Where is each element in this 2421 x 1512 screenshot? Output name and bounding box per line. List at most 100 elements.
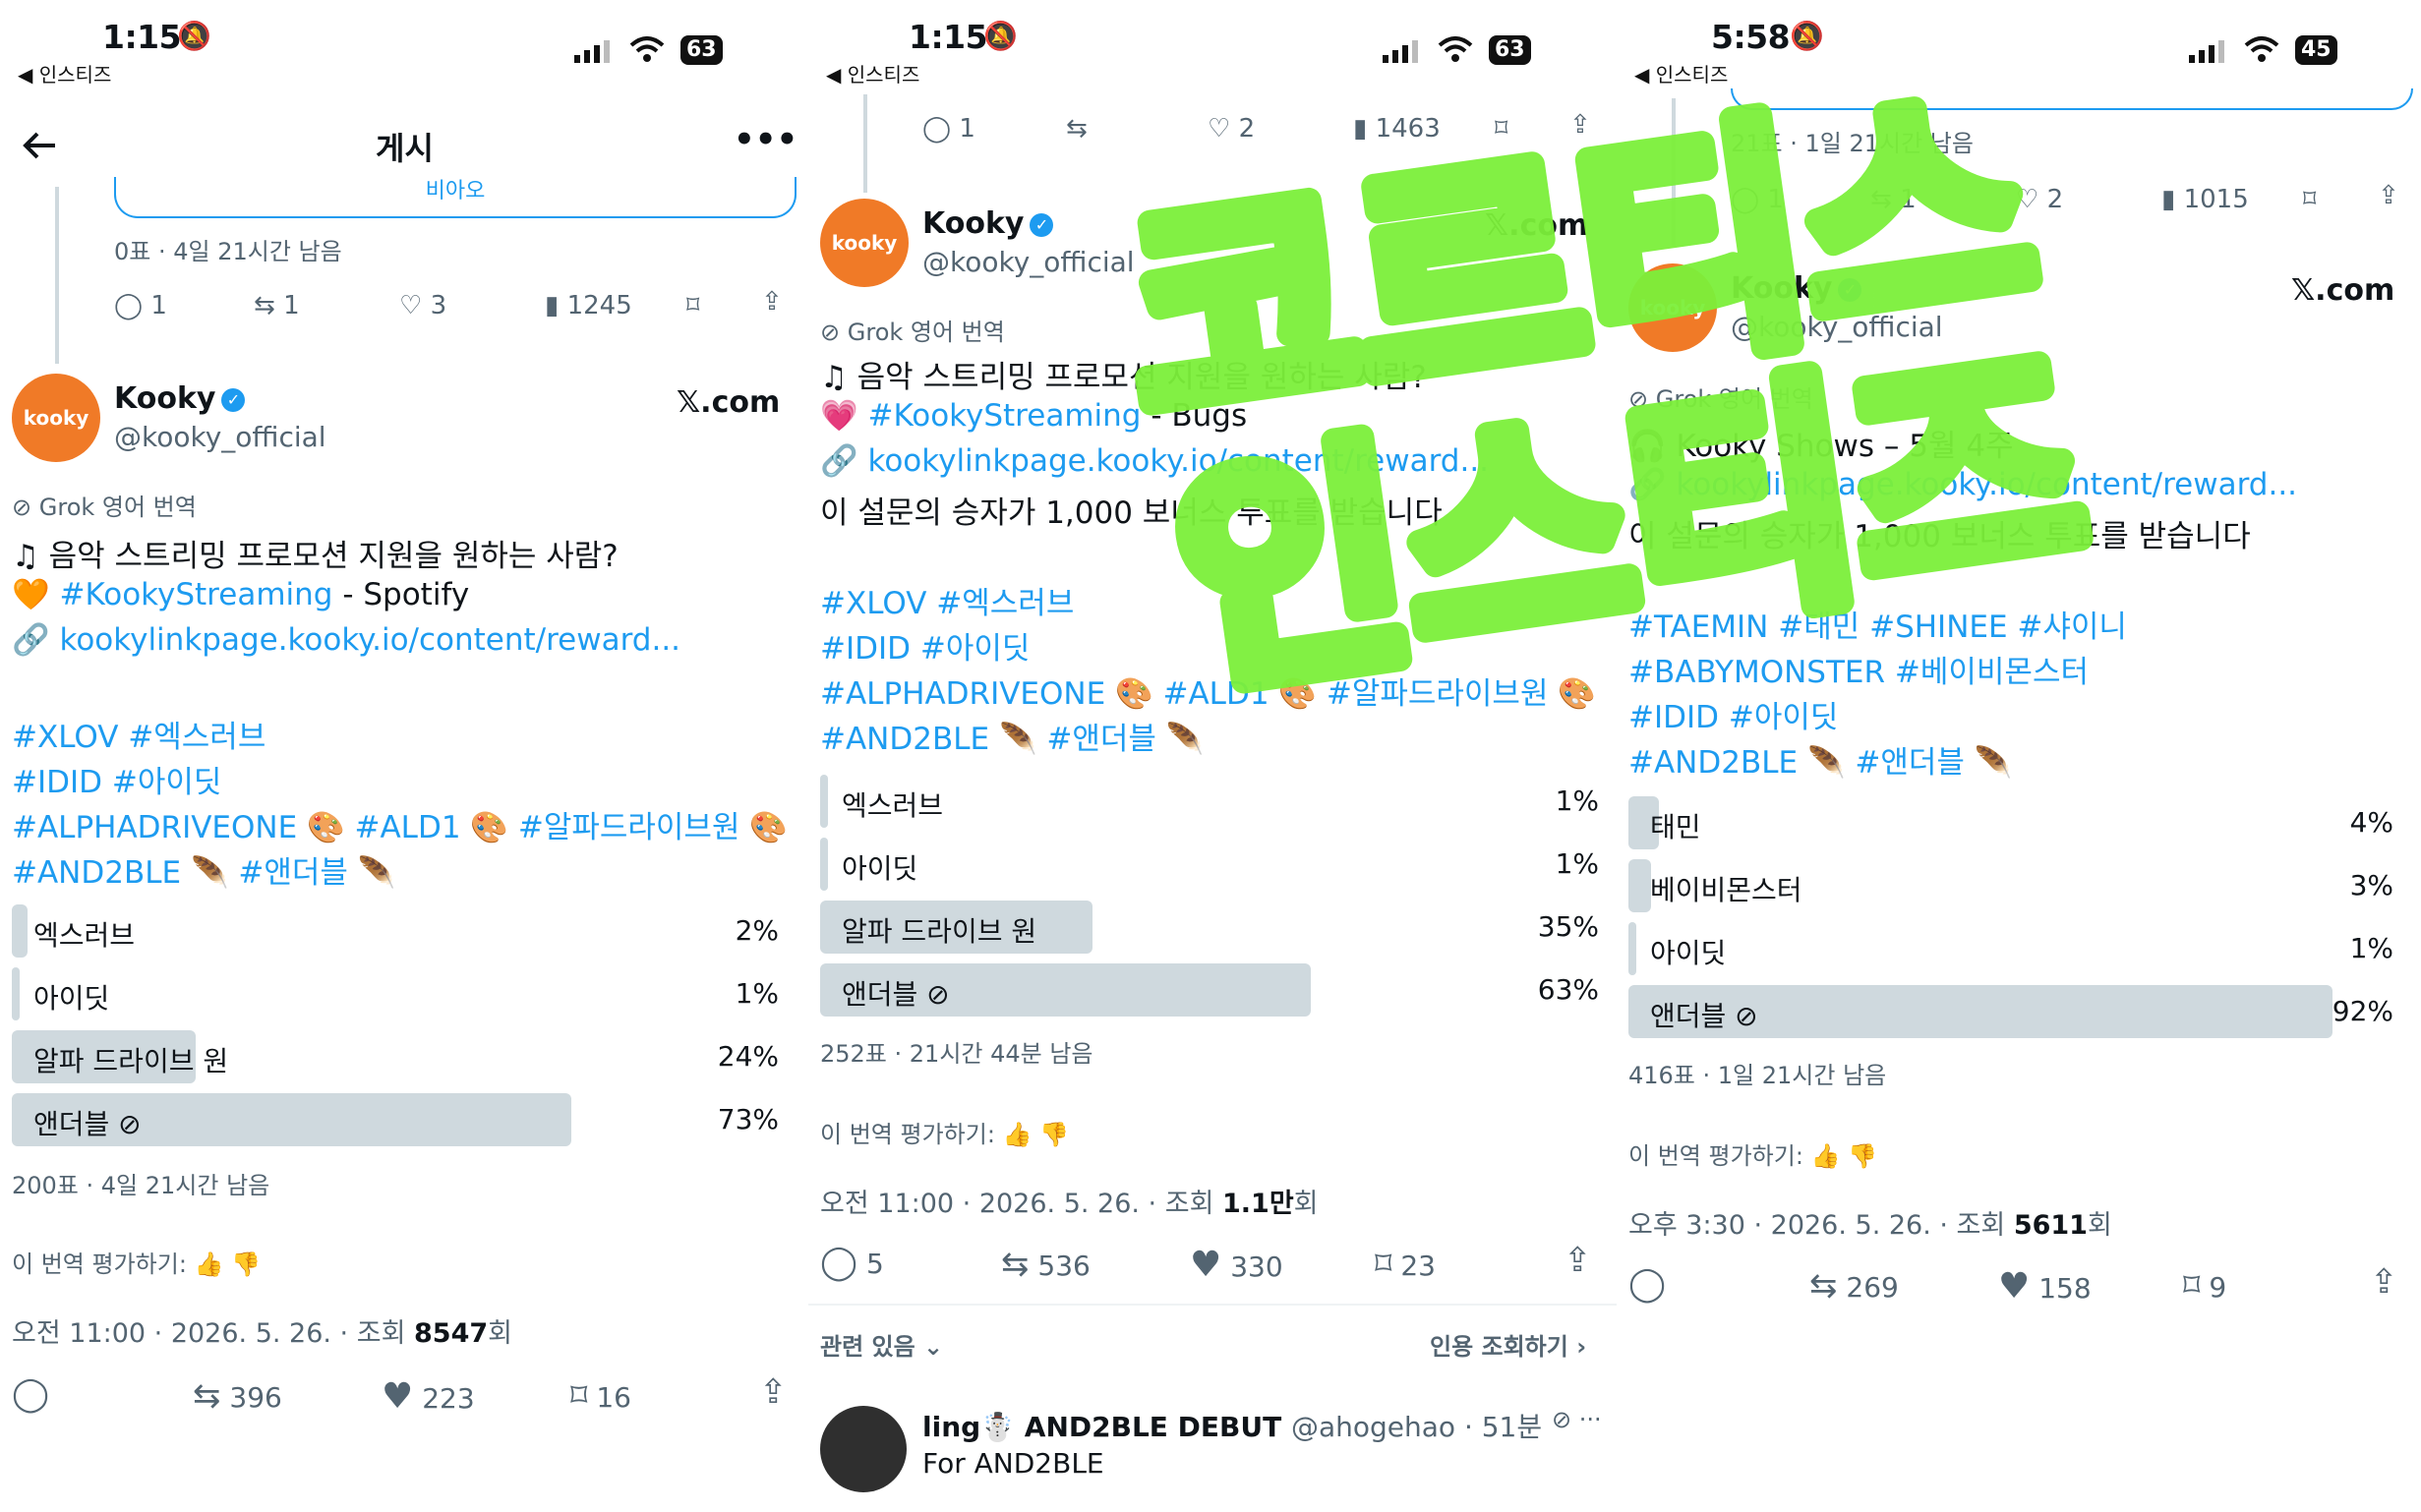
thumbs-up-icon[interactable]: 👍 [1811,1142,1841,1170]
like-button[interactable]: ♥ 223 [382,1376,475,1417]
prev-bookmark-icon[interactable]: ⌑ [2303,185,2316,214]
back-to-app-link[interactable]: ◀ 인스티즈 [1634,59,1728,87]
prev-reply-button[interactable]: ◯ 1 [922,114,975,144]
prev-retweet-count: 1 [283,291,300,320]
reply-button[interactable]: ◯ [1628,1264,1666,1304]
like-button[interactable]: ♥ 330 [1190,1245,1283,1285]
thumbs-up-icon[interactable]: 👍 [195,1250,224,1278]
silent-bell-icon: 🔕 [177,20,211,52]
hashtag-link[interactable]: #KookyStreaming [867,398,1141,434]
poll-option-label: 아이딧 [33,982,110,1015]
tweet-streaming-line: 🧡 #KookyStreaming - Spotify [12,577,470,612]
author-handle[interactable]: @kooky_official [114,421,326,453]
bookmark-button[interactable]: ⌑ 23 [1375,1245,1436,1284]
reply-button[interactable]: ◯ [12,1374,49,1414]
reply-button[interactable]: ◯ 5 [820,1243,884,1282]
tweet-link-line: 🔗 kookylinkpage.kooky.io/content/reward.… [820,442,1489,479]
prev-reply-button[interactable]: ◯ 1 [1731,185,1784,214]
related-sort-dropdown[interactable]: 관련 있음 ⌄ [820,1327,943,1362]
tweet-timestamp: 오전 11:00 · 2026. 5. 26. · 조회 8547회 [12,1318,512,1349]
author-avatar[interactable]: kooky [820,199,909,287]
external-link[interactable]: kookylinkpage.kooky.io/content/reward... [1676,467,2297,502]
prev-reply-button[interactable]: ◯ 1 [114,291,167,320]
reply-icon: ◯ [1731,185,1760,214]
more-options-icon[interactable]: ••• [734,120,797,159]
bookmark-count: 9 [2209,1271,2227,1304]
thumbs-up-icon[interactable]: 👍 [1003,1121,1033,1148]
prev-views-button[interactable]: ▮ 1463 [1353,114,1441,144]
hashtag-line[interactable]: #AND2BLE 🪶 #앤더블 🪶 [820,714,1204,758]
prev-bookmark-icon[interactable]: ⌑ [1495,114,1507,144]
author-handle[interactable]: @kooky_official [922,246,1135,278]
back-arrow-icon[interactable] [20,128,59,163]
bookmark-icon: ⌑ [2183,1266,2201,1306]
reply-more-icon[interactable]: ⊘ ··· [1552,1406,1602,1433]
prev-poll-option-button[interactable]: 비아오 [114,177,797,218]
prev-retweet-button[interactable]: ⇆ 1 [254,291,300,320]
author-avatar[interactable]: kooky [12,374,100,462]
hashtag-line[interactable]: #XLOV #엑스러브 [12,712,266,756]
hashtag-line[interactable]: #TAEMIN #태민 #SHINEE #샤이니 [1628,602,2127,646]
share-icon[interactable]: ⇪ [2370,1262,2398,1302]
prev-reply-count: 1 [150,291,167,320]
poll-option-percent: 92% [2332,995,2393,1027]
hashtag-line[interactable]: #AND2BLE 🪶 #앤더블 🪶 [1628,737,2012,782]
author-name-row[interactable]: Kooky ✓ [114,381,246,416]
bookmark-button[interactable]: ⌑ 16 [570,1376,631,1416]
view-quotes-link[interactable]: 인용 조회하기 › [1430,1327,1586,1362]
retweet-button[interactable]: ⇆ 269 [1809,1266,1899,1306]
back-to-app-link[interactable]: ◀ 인스티즈 [826,59,919,87]
prev-like-button[interactable]: ♡ 2 [2016,185,2063,214]
back-to-app-link[interactable]: ◀ 인스티즈 [18,59,111,87]
external-link[interactable]: kookylinkpage.kooky.io/content/reward... [59,622,680,658]
translate-icon: ⊘ [1628,385,1649,413]
wifi-icon [629,35,665,63]
share-icon[interactable]: ⇪ [1564,1241,1592,1280]
prev-like-button[interactable]: ♡ 3 [399,291,446,320]
thumbs-down-icon[interactable]: 👎 [1848,1142,1877,1170]
poll-option-label: 아이딧 [842,852,918,885]
prev-share-icon[interactable]: ⇪ [761,287,783,317]
author-name-row[interactable]: Kooky ✓ [1731,271,1862,306]
prev-poll-meta: 0표 · 4일 21시간 남음 [114,238,342,265]
poll-option-percent: 1% [1555,785,1599,817]
hashtag-line[interactable]: #IDID #아이딧 [12,757,221,801]
reply-avatar[interactable] [820,1406,907,1492]
prev-share-icon[interactable]: ⇪ [1569,110,1591,140]
prev-views-button[interactable]: ▮ 1245 [545,291,632,320]
poll-option-percent: 35% [1537,910,1599,943]
hashtag-line[interactable]: #BABYMONSTER #베이비몬스터 [1628,647,2089,691]
signal-icon [572,39,612,63]
poll-option-label: 베이비몬스터 [1650,874,1802,906]
prev-retweet-button[interactable]: ⇆ 1 [1870,185,1917,214]
prev-views-button[interactable]: ▮ 1015 [2161,185,2249,214]
retweet-button[interactable]: ⇆ 536 [1001,1245,1091,1284]
like-button[interactable]: ♥ 158 [1998,1266,2092,1307]
reply-count: 5 [865,1248,884,1280]
silent-bell-icon: 🔕 [1790,20,1824,52]
hashtag-line[interactable]: #IDID #아이딧 [820,623,1030,668]
hashtag-link[interactable]: #KookyStreaming [59,577,332,612]
hashtag-line[interactable]: #ALPHADRIVEONE 🎨 #ALD1 🎨 #알파드라이브원 🎨 [820,669,1596,713]
hashtag-line[interactable]: #IDID #아이딧 [1628,692,1838,736]
reply-author-row[interactable]: ling☃️ AND2BLE DEBUT @ahogehao · 51분 [922,1406,1542,1445]
author-handle[interactable]: @kooky_official [1731,311,1943,343]
prev-bookmark-icon[interactable]: ⌑ [686,291,699,320]
author-name-row[interactable]: Kooky ✓ [922,206,1054,241]
hashtag-line[interactable]: #ALPHADRIVEONE 🎨 #ALD1 🎨 #알파드라이브원 🎨 [12,802,788,846]
bookmark-button[interactable]: ⌑ 9 [2183,1266,2226,1306]
thumbs-down-icon[interactable]: 👎 [1039,1121,1069,1148]
prev-like-button[interactable]: ♡ 2 [1208,114,1255,144]
wifi-icon [2244,35,2279,63]
prev-poll-option-button[interactable] [1731,88,2413,110]
thumbs-down-icon[interactable]: 👎 [231,1250,261,1278]
author-avatar[interactable]: kooky [1628,263,1717,352]
prev-retweet-button[interactable]: ⇆ [1066,114,1088,144]
external-link[interactable]: kookylinkpage.kooky.io/content/reward... [867,443,1489,479]
prev-share-icon[interactable]: ⇪ [2378,181,2399,210]
retweet-button[interactable]: ⇆ 396 [193,1376,282,1416]
hashtag-line[interactable]: #AND2BLE 🪶 #앤더블 🪶 [12,847,395,892]
share-icon[interactable]: ⇪ [759,1372,788,1412]
hashtag-line[interactable]: #XLOV #엑스러브 [820,578,1074,622]
reply-icon: ◯ [12,1374,50,1414]
